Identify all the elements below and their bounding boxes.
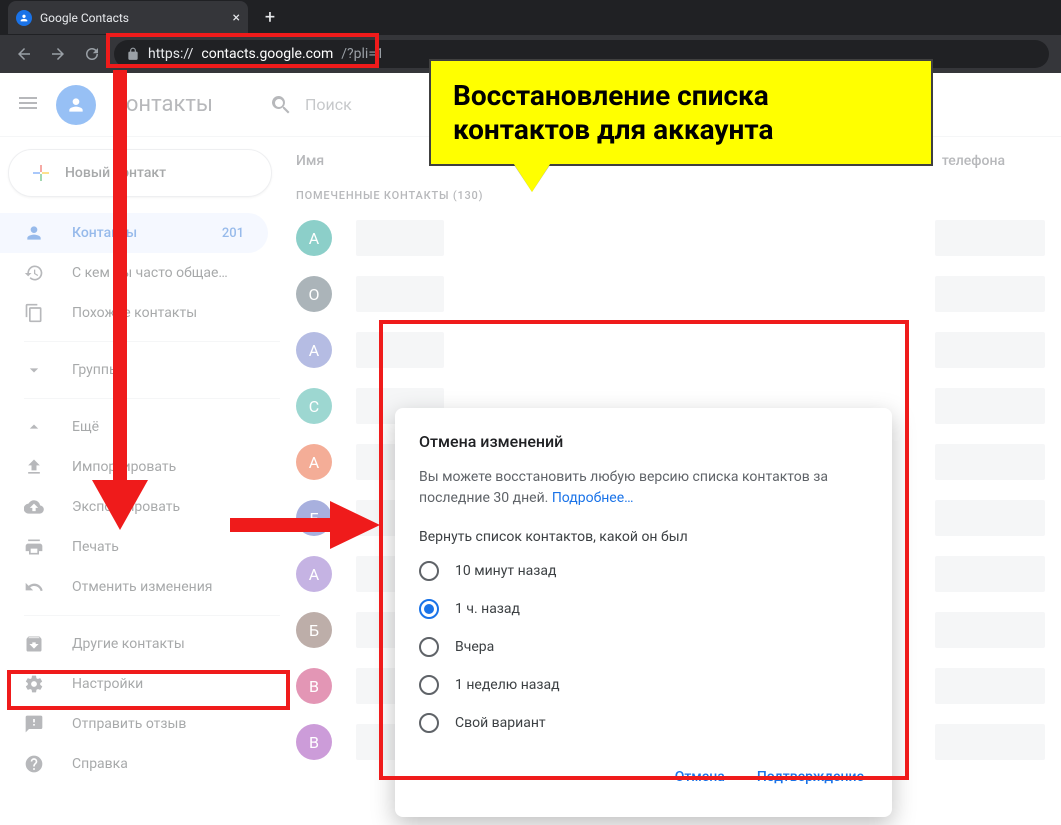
radio-label: 1 неделю назад — [455, 677, 560, 693]
nav-forward-button[interactable] — [46, 42, 70, 66]
dialog-subheading: Вернуть список контактов, какой он был — [419, 529, 868, 545]
browser-tab-strip: Google Contacts × + — [0, 0, 1061, 35]
radio-icon — [419, 637, 439, 657]
annotation-callout: Восстановление списка контактов для акка… — [429, 59, 933, 166]
url-scheme: https:// — [148, 46, 193, 62]
learn-more-link[interactable]: Подробнее… — [552, 490, 634, 506]
radio-label: 1 ч. назад — [455, 601, 520, 617]
annotation-callout-tail — [510, 158, 554, 192]
radio-label: Свой вариант — [455, 715, 546, 731]
radio-option-1[interactable]: 1 ч. назад — [419, 599, 868, 619]
tab-favicon — [16, 10, 32, 26]
nav-reload-button[interactable] — [80, 42, 104, 66]
close-icon[interactable]: × — [233, 10, 240, 26]
url-path: /?pli=1 — [341, 46, 384, 62]
undo-dialog: Отмена изменений Вы можете восстановить … — [395, 408, 892, 817]
radio-icon — [419, 713, 439, 733]
lock-icon — [126, 47, 140, 61]
radio-option-4[interactable]: Свой вариант — [419, 713, 868, 733]
nav-back-button[interactable] — [12, 42, 36, 66]
tab-title: Google Contacts — [40, 11, 225, 25]
radio-icon — [419, 599, 439, 619]
url-host: contacts.google.com — [201, 46, 333, 62]
cancel-button[interactable]: Отмена — [671, 761, 729, 793]
browser-tab[interactable]: Google Contacts × — [8, 1, 248, 34]
new-tab-button[interactable]: + — [256, 4, 284, 32]
radio-icon — [419, 561, 439, 581]
confirm-button[interactable]: Подтверждение — [753, 761, 868, 793]
dialog-title: Отмена изменений — [419, 432, 868, 451]
radio-option-0[interactable]: 10 минут назад — [419, 561, 868, 581]
radio-label: 10 минут назад — [455, 563, 556, 579]
radio-option-2[interactable]: Вчера — [419, 637, 868, 657]
radio-icon — [419, 675, 439, 695]
radio-label: Вчера — [455, 639, 494, 655]
radio-option-3[interactable]: 1 неделю назад — [419, 675, 868, 695]
dialog-description: Вы можете восстановить любую версию спис… — [419, 467, 868, 509]
